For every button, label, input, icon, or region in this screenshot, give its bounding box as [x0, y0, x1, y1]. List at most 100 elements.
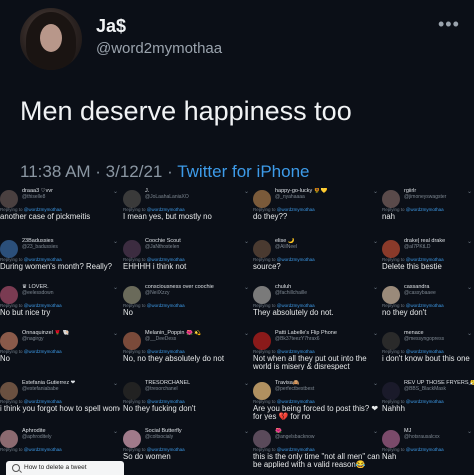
reply-more-icon[interactable]: ⌄	[467, 238, 472, 245]
reply-handle[interactable]: @eelessdown	[22, 290, 53, 296]
search-suggestion-popup[interactable]: How to delete a tweet	[6, 461, 124, 475]
reply-more-icon[interactable]: ⌄	[373, 284, 378, 291]
reply-more-icon[interactable]: ⌄	[113, 284, 118, 291]
reply-item[interactable]: drake| real drake @aI7PKtLD ⌄ Replying to @…	[382, 238, 474, 272]
reply-handle[interactable]: @fachillchaille	[275, 290, 307, 296]
reply-item[interactable]: rgiirlr @jimoneyswagster ⌄ Replying to @wor…	[382, 188, 474, 222]
reply-item[interactable]: draaa3 ♡vvr @thiselle8 ⌄ Replying to @word2…	[0, 188, 120, 222]
reply-avatar[interactable]	[253, 240, 271, 258]
reply-item[interactable]: Coochie Scout @JaNthostelen ⌄ Replying to @…	[123, 238, 251, 272]
reply-item[interactable]: Estefania Gutierrez ❤ @estefaniababe ⌄ Repl…	[0, 380, 120, 414]
reply-more-icon[interactable]: ⌄	[467, 428, 472, 435]
reply-handle[interactable]: @_nyahaaaa	[275, 194, 305, 200]
replying-to-handle[interactable]: @word2mymothaa	[277, 257, 315, 262]
reply-item[interactable]: Aphrodite @aphroditely ⌄ Replying to @word2…	[0, 428, 120, 462]
reply-more-icon[interactable]: ⌄	[467, 330, 472, 337]
reply-item[interactable]: chuluh @fachillchaille ⌄ Replying to @word2…	[253, 284, 380, 318]
reply-handle[interactable]: @cassybaaee	[404, 290, 436, 296]
reply-avatar[interactable]	[253, 332, 271, 350]
reply-avatar[interactable]	[0, 240, 18, 258]
reply-handle[interactable]: @coltsocialy	[145, 434, 173, 440]
reply-avatar[interactable]	[123, 430, 141, 448]
reply-handle[interactable]: @23_badussies	[22, 244, 58, 250]
reply-avatar[interactable]	[0, 286, 18, 304]
reply-avatar[interactable]	[382, 286, 400, 304]
replying-to-handle[interactable]: @word2mymothaa	[24, 447, 62, 452]
profile-avatar[interactable]	[20, 8, 82, 70]
reply-avatar[interactable]	[123, 286, 141, 304]
replying-to-handle[interactable]: @word2mymothaa	[147, 303, 185, 308]
reply-handle[interactable]: @nagirgy	[22, 336, 43, 342]
reply-more-icon[interactable]: ⌄	[467, 284, 472, 291]
reply-handle[interactable]: @Bk37teezY7hrax6	[275, 336, 320, 342]
profile-handle[interactable]: @word2mymothaa	[96, 40, 222, 57]
reply-more-icon[interactable]: ⌄	[244, 380, 249, 387]
reply-item[interactable]: consciousness over coochie @NeilXzzy ⌄ Repl…	[123, 284, 251, 318]
reply-item[interactable]: cassandra @cassybaaee ⌄ Replying to @word2m…	[382, 284, 474, 318]
reply-handle[interactable]: @perfectbestbest	[275, 386, 314, 392]
reply-more-icon[interactable]: ⌄	[373, 380, 378, 387]
reply-handle[interactable]: @angelsbacknow	[275, 434, 315, 440]
reply-handle[interactable]: @estefaniababe	[22, 386, 59, 392]
reply-avatar[interactable]	[253, 190, 271, 208]
reply-item[interactable]: Patti Labelle's Flip Phone @Bk37teezY7hra…	[253, 330, 380, 370]
reply-handle[interactable]: @tresorchanel	[145, 386, 178, 392]
reply-avatar[interactable]	[0, 332, 18, 350]
reply-more-icon[interactable]: ⌄	[467, 380, 472, 387]
reply-avatar[interactable]	[253, 430, 271, 448]
reply-handle[interactable]: @__DeeDess	[145, 336, 176, 342]
reply-handle[interactable]: @messyngopress	[404, 336, 444, 342]
reply-more-icon[interactable]: ⌄	[244, 238, 249, 245]
reply-more-icon[interactable]: ⌄	[467, 188, 472, 195]
reply-avatar[interactable]	[123, 240, 141, 258]
reply-more-icon[interactable]: ⌄	[113, 428, 118, 435]
reply-more-icon[interactable]: ⌄	[244, 428, 249, 435]
reply-avatar[interactable]	[123, 332, 141, 350]
reply-item[interactable]: 23Badussies @23_badussies ⌄ Replying to @wo…	[0, 238, 120, 272]
reply-avatar[interactable]	[123, 190, 141, 208]
reply-more-icon[interactable]: ⌄	[113, 330, 118, 337]
reply-handle[interactable]: @aphroditely	[22, 434, 52, 440]
tweet-source-link[interactable]: Twitter for iPhone	[177, 162, 309, 181]
reply-handle[interactable]: @JoLaahaLaniaXO	[145, 194, 189, 200]
reply-handle[interactable]: @BBS_BlackMask	[404, 386, 446, 392]
reply-handle[interactable]: @aI7PKtLD	[404, 244, 430, 250]
reply-avatar[interactable]	[382, 430, 400, 448]
reply-avatar[interactable]	[382, 332, 400, 350]
reply-item[interactable]: elise 🌙 @AlilNeel ⌄ Replying to @word2mymot…	[253, 238, 380, 272]
reply-item[interactable]: TRESORCHANEL @tresorchanel ⌄ Replying to @w…	[123, 380, 251, 414]
reply-avatar[interactable]	[0, 190, 18, 208]
more-options-icon[interactable]: •••	[438, 14, 460, 35]
reply-item[interactable]: J. @JoLaahaLaniaXO ⌄ Replying to @word2mymo…	[123, 188, 251, 222]
replying-to-handle[interactable]: @word2mymothaa	[24, 349, 62, 354]
reply-avatar[interactable]	[0, 382, 18, 400]
reply-more-icon[interactable]: ⌄	[113, 380, 118, 387]
reply-handle[interactable]: @thiselle8	[22, 194, 45, 200]
reply-item[interactable]: happy-go-lucky 🌻💛 @_nyahaaaa ⌄ Replying to …	[253, 188, 380, 222]
reply-more-icon[interactable]: ⌄	[373, 330, 378, 337]
reply-more-icon[interactable]: ⌄	[113, 188, 118, 195]
reply-more-icon[interactable]: ⌄	[373, 428, 378, 435]
reply-avatar[interactable]	[0, 430, 18, 448]
reply-item[interactable]: Onnaquinzel 🌹 🐚 @nagirgy ⌄ Replying to @wor…	[0, 330, 120, 364]
replying-to-handle[interactable]: @word2mymothaa	[406, 399, 444, 404]
reply-more-icon[interactable]: ⌄	[244, 330, 249, 337]
reply-item[interactable]: Travisa🙈 @perfectbestbest ⌄ Replying to @wo…	[253, 380, 380, 420]
reply-item[interactable]: Social Butterfly @coltsocialy ⌄ Replying to…	[123, 428, 251, 462]
reply-avatar[interactable]	[382, 240, 400, 258]
profile-name[interactable]: Ja$	[96, 16, 126, 37]
reply-handle[interactable]: @hotsrausalcxx	[404, 434, 440, 440]
reply-item[interactable]: MJ @hotsrausalcxx ⌄ Replying to @word2mymot…	[382, 428, 474, 462]
reply-more-icon[interactable]: ⌄	[113, 238, 118, 245]
reply-handle[interactable]: @AlilNeel	[275, 244, 297, 250]
reply-more-icon[interactable]: ⌄	[373, 188, 378, 195]
reply-item[interactable]: REV UP THOSE FRYERS 😤 @BBS_BlackMask ⌄ Repl…	[382, 380, 474, 414]
reply-item[interactable]: 🌺 @angelsbacknow ⌄ Replying to @word2mymoth…	[253, 428, 380, 468]
reply-more-icon[interactable]: ⌄	[244, 284, 249, 291]
reply-more-icon[interactable]: ⌄	[373, 238, 378, 245]
reply-item[interactable]: Melanin_Poppin 🌺 💫 @__DeeDess ⌄ Replying to…	[123, 330, 251, 364]
reply-item[interactable]: ♛ LOVER. @eelessdown ⌄ Replying to @word2my…	[0, 284, 120, 318]
reply-handle[interactable]: @JaNthostelen	[145, 244, 179, 250]
reply-handle[interactable]: @NeilXzzy	[145, 290, 170, 296]
reply-more-icon[interactable]: ⌄	[244, 188, 249, 195]
